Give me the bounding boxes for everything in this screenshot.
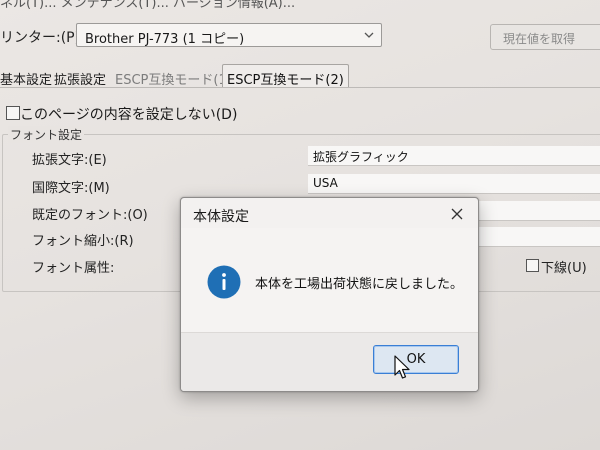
font-attribute-label: フォント属性:: [32, 261, 115, 276]
tab-divider: [0, 87, 600, 88]
info-icon: [207, 265, 241, 299]
tab-extended-settings[interactable]: 拡張設定: [54, 67, 106, 89]
printer-select[interactable]: Brother PJ-773 (1 コピー): [76, 23, 382, 47]
window-title: ネル(T)... メンテナンス(T)... バージョン情報(A)...: [0, 0, 296, 11]
nosave-checkbox[interactable]: [6, 106, 20, 120]
international-chars-field[interactable]: USA: [308, 174, 600, 194]
extended-chars-field[interactable]: 拡張グラフィック: [308, 146, 600, 166]
tab-basic-settings[interactable]: 基本設定: [0, 67, 52, 89]
get-current-value-button[interactable]: 現在値を取得: [490, 24, 600, 50]
extended-chars-value: 拡張グラフィック: [313, 150, 409, 164]
international-chars-value: USA: [313, 176, 338, 190]
ok-button[interactable]: OK: [373, 345, 459, 374]
mouse-pointer-icon: [394, 355, 412, 381]
tab-escp-mode-1[interactable]: ESCP互換モード(1): [115, 67, 232, 89]
underline-checkbox[interactable]: [526, 259, 539, 272]
international-chars-label: 国際文字:(M): [32, 181, 110, 196]
printer-label: リンター:(P): [0, 30, 81, 46]
settings-dialog: 本体設定 本体を工場出荷状態に戻しました。 OK: [180, 197, 479, 392]
default-font-label: 既定のフォント:(O): [32, 208, 148, 223]
dialog-message: 本体を工場出荷状態に戻しました。: [255, 277, 464, 292]
font-settings-group-label: フォント設定: [8, 126, 85, 143]
tab-escp-mode-2[interactable]: ESCP互換モード(2): [222, 64, 349, 88]
dialog-title: 本体設定: [193, 209, 249, 225]
font-shrink-label: フォント縮小:(R): [32, 234, 134, 249]
printer-select-value: Brother PJ-773 (1 コピー): [85, 32, 245, 47]
chevron-down-icon: [361, 27, 377, 43]
underline-checkbox-label: 下線(U): [541, 261, 587, 276]
extended-chars-label: 拡張文字:(E): [32, 153, 107, 168]
nosave-checkbox-label: このページの内容を設定しない(D): [20, 107, 238, 123]
close-icon[interactable]: [447, 204, 467, 224]
